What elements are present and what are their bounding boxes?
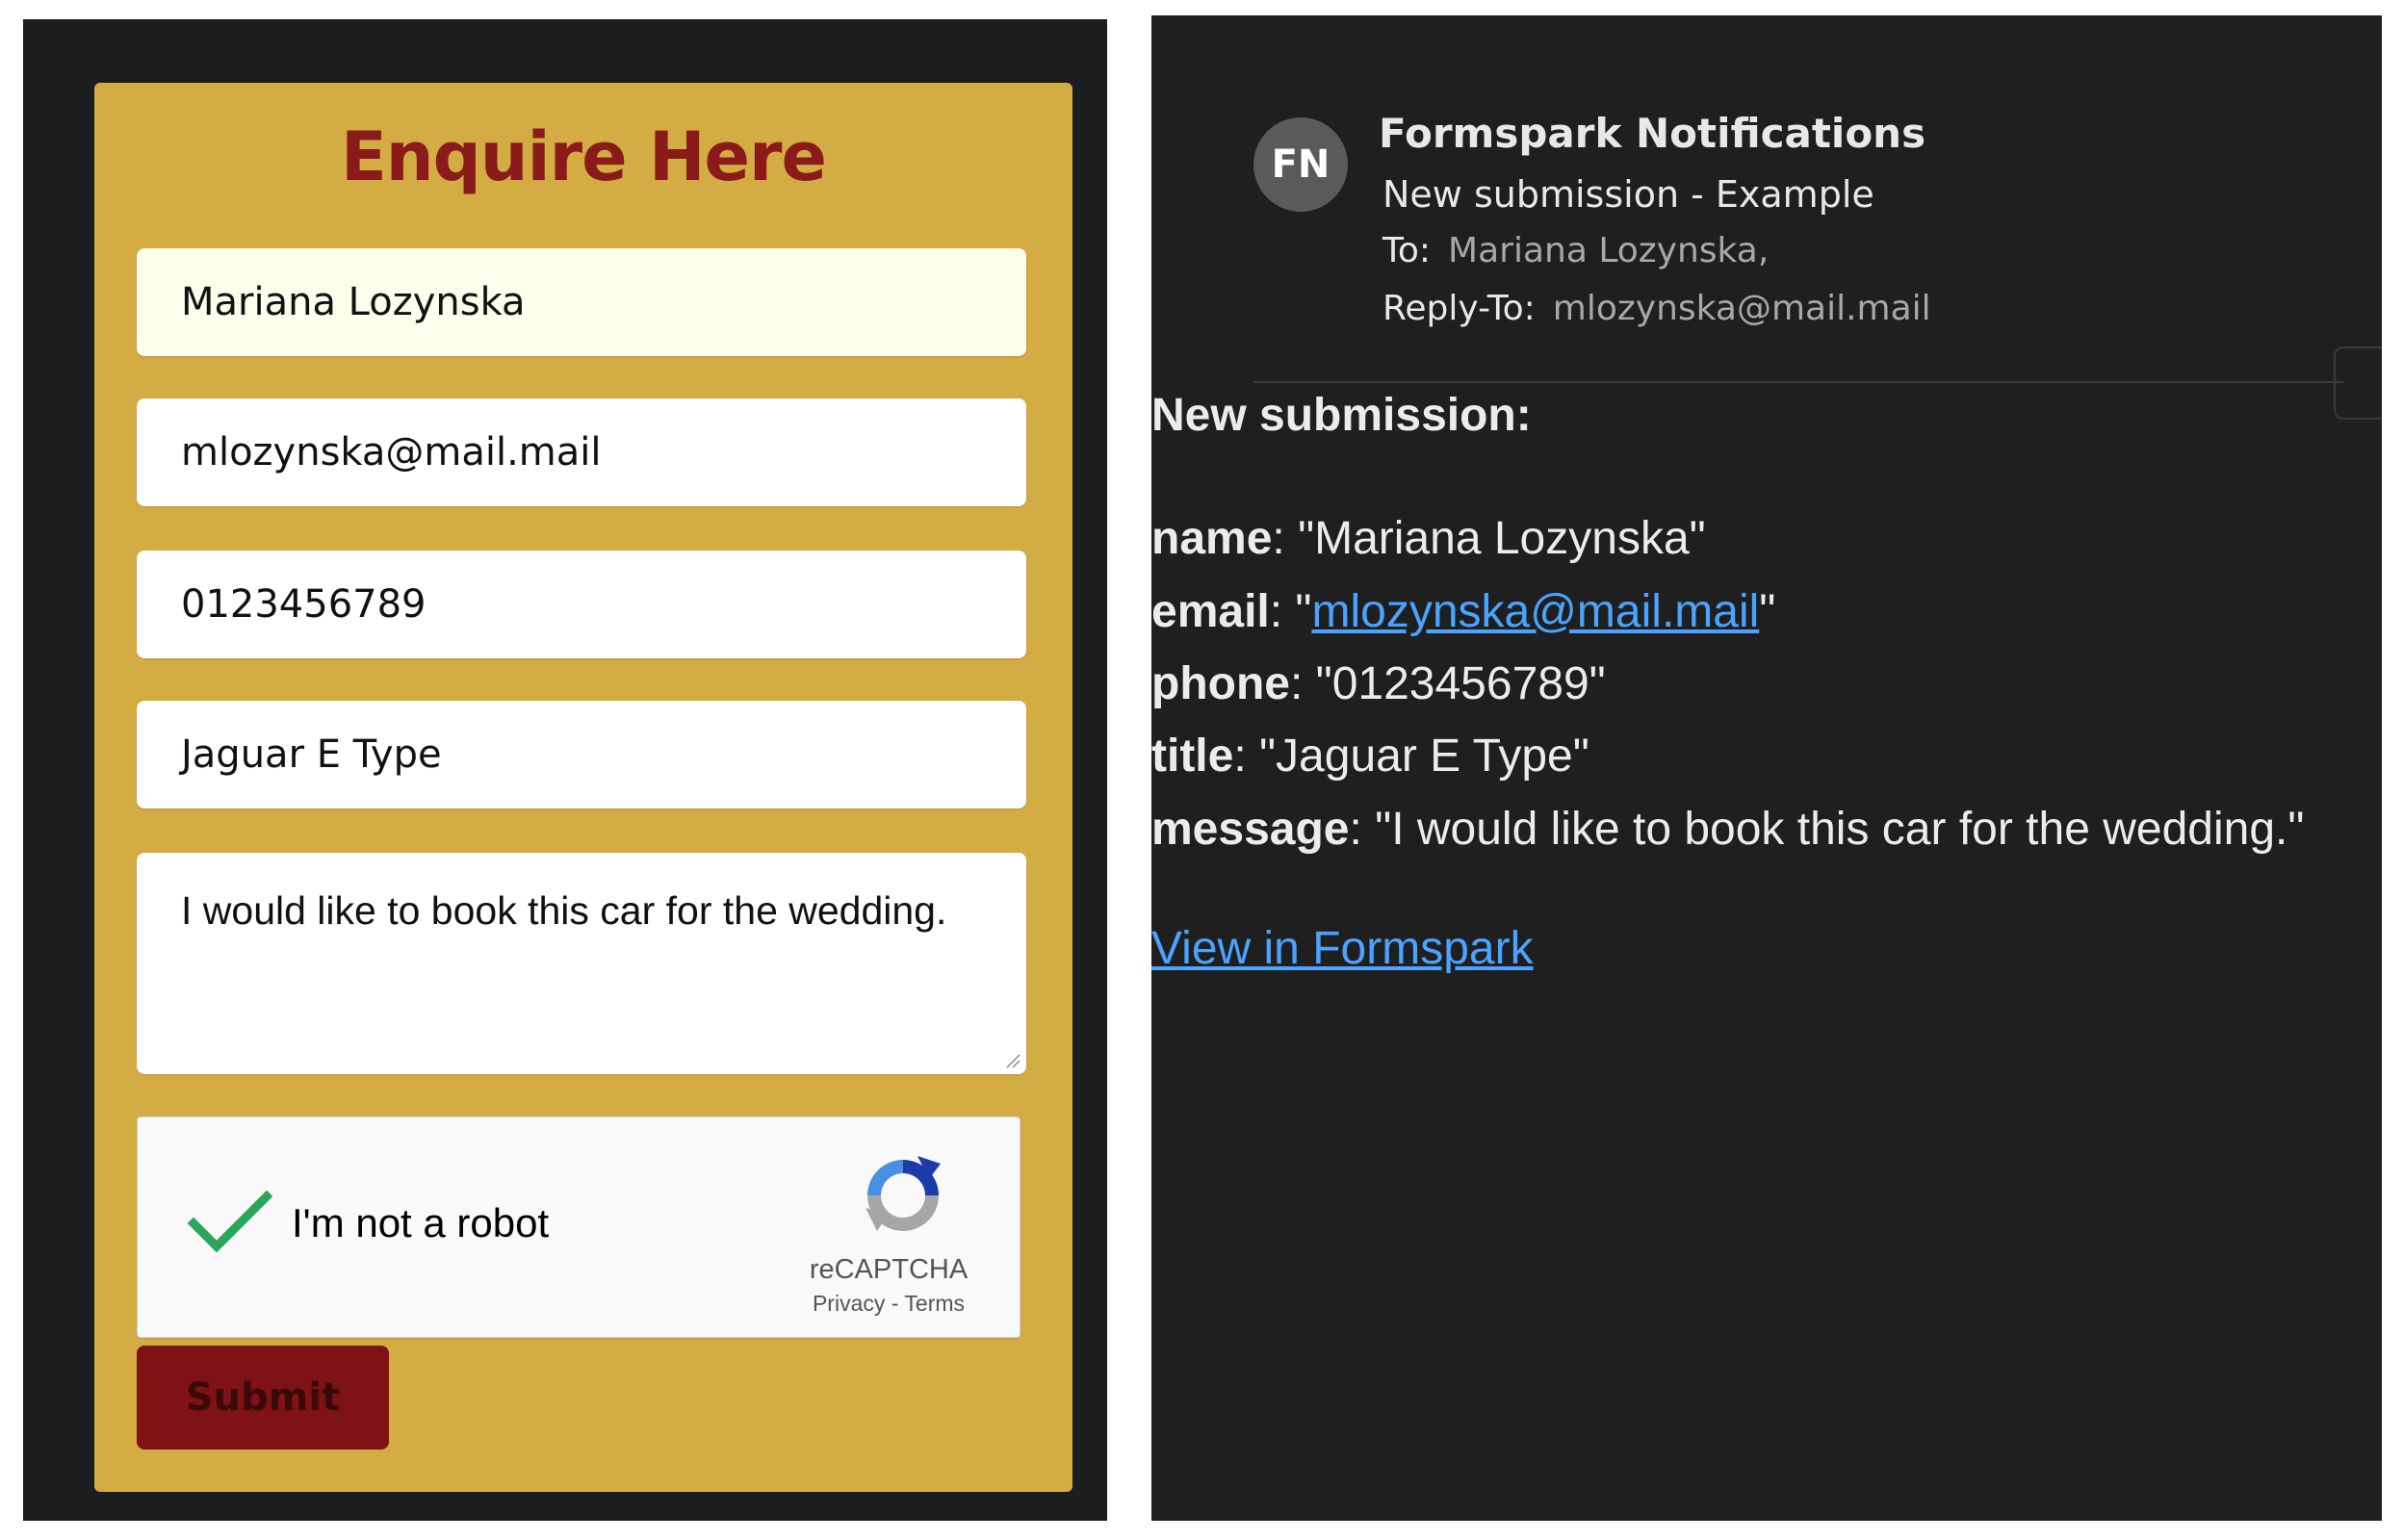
field-email-row: email: "mlozynska@mail.mail" <box>1151 586 1776 637</box>
captcha-label: I'm not a robot <box>292 1200 550 1245</box>
links-separator: - <box>885 1291 905 1316</box>
privacy-link[interactable]: Privacy <box>813 1291 885 1316</box>
field-value: "Jaguar E Type" <box>1259 731 1589 782</box>
message-textarea[interactable]: I would like to book this car for the we… <box>137 853 1026 1074</box>
field-name-row: name: "Mariana Lozynska" <box>1151 513 1706 564</box>
recaptcha-links: Privacy - Terms <box>763 1291 1014 1317</box>
field-key: email <box>1151 586 1270 637</box>
email-link[interactable]: mlozynska@mail.mail <box>1311 586 1759 637</box>
field-key: message <box>1151 804 1350 855</box>
enquiry-form-panel: Enquire Here Mariana Lozynska mlozynska@… <box>23 19 1107 1521</box>
resize-handle-icon[interactable] <box>1003 1051 1021 1068</box>
form-title: Enquire Here <box>340 117 827 196</box>
field-value: "Mariana Lozynska" <box>1298 513 1706 564</box>
field-key: title <box>1151 731 1234 782</box>
email-input[interactable]: mlozynska@mail.mail <box>137 398 1026 506</box>
checkmark-icon[interactable] <box>188 1189 272 1256</box>
to-value: Mariana Lozynska, <box>1448 231 1770 270</box>
enquiry-form: Enquire Here Mariana Lozynska mlozynska@… <box>94 83 1072 1492</box>
recaptcha-logo-icon <box>866 1156 941 1231</box>
email-subject: New submission - Example <box>1382 173 1874 216</box>
reply-to-label: Reply-To: <box>1382 289 1536 328</box>
message-text: I would like to book this car for the we… <box>181 888 947 933</box>
to-row: To: Mariana Lozynska, <box>1382 231 1769 270</box>
to-label: To: <box>1382 231 1432 270</box>
body-heading: New submission: <box>1151 390 1532 441</box>
field-title-row: title: "Jaguar E Type" <box>1151 731 1589 782</box>
name-input[interactable]: Mariana Lozynska <box>137 248 1026 356</box>
side-tab[interactable] <box>2334 346 2382 420</box>
terms-link[interactable]: Terms <box>904 1291 965 1316</box>
recaptcha-widget: I'm not a robot reCAPTCHA Privacy - Term… <box>137 1116 1021 1338</box>
reply-to-row: Reply-To: mlozynska@mail.mail <box>1382 289 1931 328</box>
email-notification-panel: FN Formspark Notifications New submissio… <box>1151 15 2382 1521</box>
field-key: phone <box>1151 658 1290 709</box>
field-message-row: message: "I would like to book this car … <box>1151 804 2305 855</box>
title-input[interactable]: Jaguar E Type <box>137 701 1026 808</box>
avatar: FN <box>1253 117 1348 212</box>
field-phone-row: phone: "0123456789" <box>1151 658 1606 709</box>
field-value: "I would like to book this car for the w… <box>1375 804 2305 855</box>
header-divider <box>1253 381 2343 383</box>
field-value: "0123456789" <box>1315 658 1606 709</box>
sender-name: Formspark Notifications <box>1379 110 1926 157</box>
phone-input[interactable]: 0123456789 <box>137 551 1026 658</box>
recaptcha-brand: reCAPTCHA <box>809 1254 969 1285</box>
field-key: name <box>1151 513 1273 564</box>
view-in-formspark-link[interactable]: View in Formspark <box>1151 922 1534 975</box>
reply-to-value: mlozynska@mail.mail <box>1552 289 1931 328</box>
submit-button[interactable]: Submit <box>137 1346 389 1450</box>
